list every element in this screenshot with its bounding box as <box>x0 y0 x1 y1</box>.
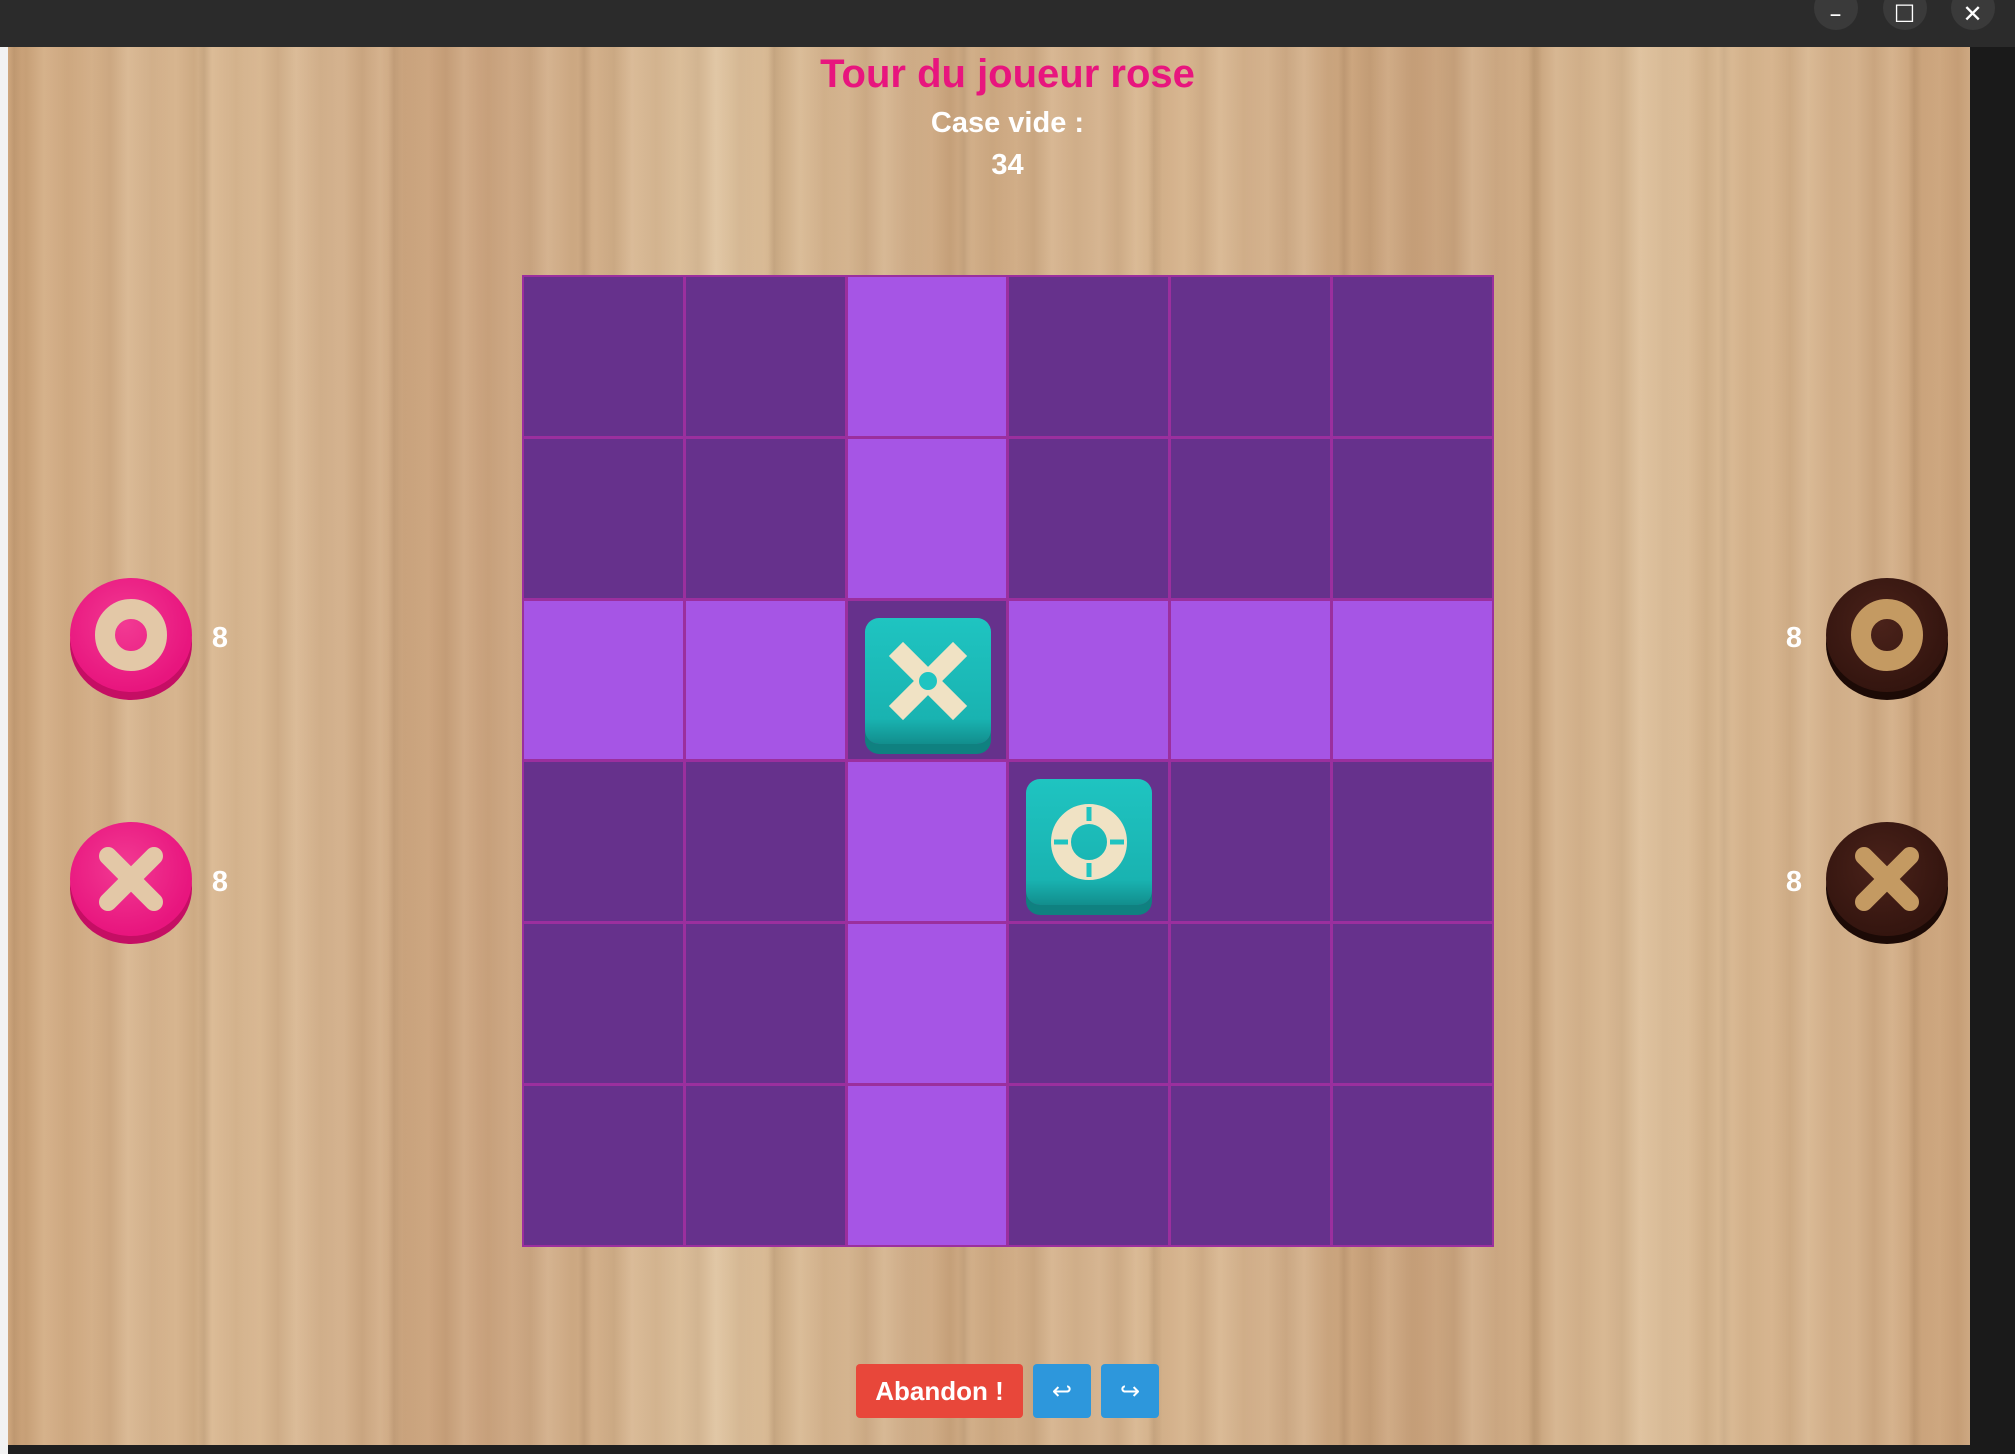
board-cell-r3-c2[interactable] <box>847 762 1007 922</box>
maximize-icon: ☐ <box>1893 0 1916 28</box>
board-cell-r2-c1[interactable] <box>685 600 845 760</box>
pink-x-count: 8 <box>211 866 229 898</box>
redo-button[interactable]: ↪ <box>1101 1364 1159 1418</box>
board-cell-r1-c0[interactable] <box>524 438 683 598</box>
abandon-button[interactable]: Abandon ! <box>856 1364 1023 1418</box>
pink-x-piece-icon[interactable] <box>70 822 192 944</box>
redo-icon: ↪ <box>1119 1377 1141 1405</box>
board-cell-r1-c1[interactable] <box>685 438 845 598</box>
board-cell-r2-c4[interactable] <box>1171 600 1331 760</box>
maximize-button[interactable]: ☐ <box>1882 0 1927 30</box>
pink-o-piece-icon[interactable] <box>70 578 192 700</box>
board-cell-r2-c5[interactable] <box>1333 600 1492 760</box>
board-cell-r5-c4[interactable] <box>1171 1086 1331 1245</box>
board-cell-r3-c4[interactable] <box>1171 762 1331 922</box>
board-cell-r1-c5[interactable] <box>1333 438 1492 598</box>
game-board <box>522 275 1494 1247</box>
board-cell-r4-c2[interactable] <box>847 924 1007 1084</box>
board-cell-r2-c3[interactable] <box>1009 600 1169 760</box>
board-cell-r4-c0[interactable] <box>524 924 683 1084</box>
turn-title: Tour du joueur rose <box>820 52 1195 96</box>
minimize-button[interactable]: – <box>1813 0 1858 30</box>
board-cell-r1-c3[interactable] <box>1009 438 1169 598</box>
minimize-icon: – <box>1829 0 1842 28</box>
board-cell-r2-c0[interactable] <box>524 600 683 760</box>
o-icon <box>1051 804 1128 881</box>
board-cell-r5-c5[interactable] <box>1333 1086 1492 1245</box>
board-cell-r0-c3[interactable] <box>1009 277 1169 436</box>
pink-o-count: 8 <box>211 622 229 654</box>
empty-cells-label: Case vide : <box>930 107 1085 139</box>
board-cell-r1-c2[interactable] <box>847 438 1007 598</box>
board-cell-r3-c5[interactable] <box>1333 762 1492 922</box>
x-icon <box>888 641 967 720</box>
dark-x-piece-icon[interactable] <box>1826 822 1948 944</box>
close-button[interactable]: ✕ <box>1950 0 1995 30</box>
close-icon: ✕ <box>1962 0 1983 28</box>
board-cell-r2-c2[interactable] <box>847 600 1007 760</box>
undo-icon: ↩ <box>1051 1377 1073 1405</box>
dark-o-piece-icon[interactable] <box>1826 578 1948 700</box>
placed-tile-x-icon <box>864 617 991 744</box>
board-cell-r5-c2[interactable] <box>847 1086 1007 1245</box>
board-cell-r0-c0[interactable] <box>524 277 683 436</box>
empty-cells-count: 34 <box>991 149 1024 181</box>
board-cell-r4-c5[interactable] <box>1333 924 1492 1084</box>
board-cell-r0-c4[interactable] <box>1171 277 1331 436</box>
left-window-edge <box>0 47 8 1454</box>
board-cell-r0-c1[interactable] <box>685 277 845 436</box>
board-cell-r3-c3[interactable] <box>1009 762 1169 922</box>
board-cell-r4-c1[interactable] <box>685 924 845 1084</box>
board-cell-r0-c5[interactable] <box>1333 277 1492 436</box>
board-cell-r1-c4[interactable] <box>1171 438 1331 598</box>
board-cell-r4-c4[interactable] <box>1171 924 1331 1084</box>
window-titlebar: – ☐ ✕ <box>0 0 2015 47</box>
bottom-window-edge <box>8 1445 1970 1454</box>
right-window-edge <box>1970 47 2015 1454</box>
board-cell-r3-c1[interactable] <box>685 762 845 922</box>
board-cell-r5-c1[interactable] <box>685 1086 845 1245</box>
dark-x-count: 8 <box>1785 866 1803 898</box>
board-cell-r5-c3[interactable] <box>1009 1086 1169 1245</box>
board-cell-r5-c0[interactable] <box>524 1086 683 1245</box>
board-cell-r0-c2[interactable] <box>847 277 1007 436</box>
placed-tile-o-icon <box>1026 779 1153 906</box>
undo-button[interactable]: ↩ <box>1033 1364 1091 1418</box>
board-cell-r3-c0[interactable] <box>524 762 683 922</box>
board-cell-r4-c3[interactable] <box>1009 924 1169 1084</box>
dark-o-count: 8 <box>1785 622 1803 654</box>
